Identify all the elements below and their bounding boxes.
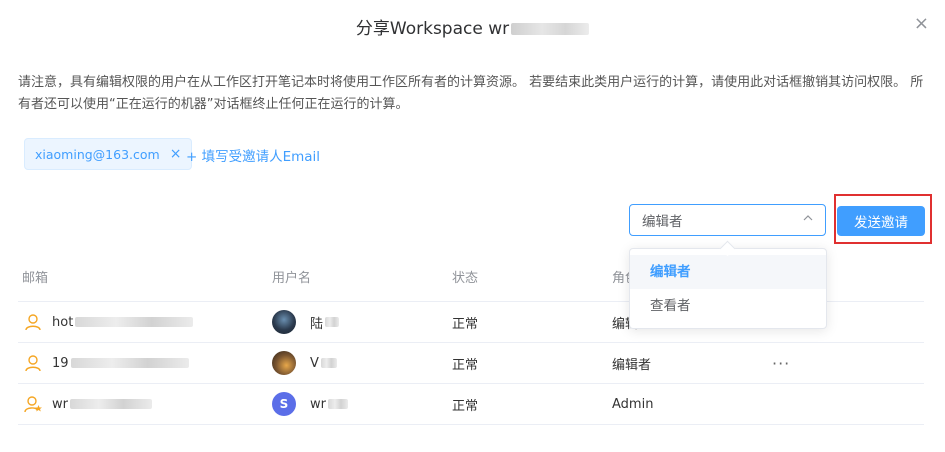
dropdown-option-viewer[interactable]: 查看者 [630, 289, 826, 323]
dropdown-option-editor[interactable]: 编辑者 [630, 255, 826, 289]
user-icon [25, 314, 41, 331]
avatar [272, 351, 296, 375]
dialog-title-text: 分享Workspace wr [355, 19, 510, 39]
role-select[interactable]: 编辑者 [629, 204, 826, 236]
redacted-text [327, 399, 348, 409]
dialog-title: 分享Workspace wr [0, 14, 945, 39]
row-role: 编辑者 [612, 357, 652, 373]
avatar [272, 310, 296, 334]
row-status: 正常 [452, 398, 479, 414]
role-dropdown: 编辑者 查看者 [629, 248, 827, 329]
redacted-text [325, 317, 340, 327]
row-username: wr [310, 396, 326, 412]
redacted-text [511, 23, 590, 35]
more-actions-icon[interactable]: ··· [772, 354, 924, 373]
redacted-text [70, 358, 189, 368]
row-username: V [310, 355, 319, 371]
add-invitee-link[interactable]: + 填写受邀请人Email [186, 145, 320, 165]
role-select-value: 编辑者 [642, 214, 683, 230]
header-username: 用户名 [272, 271, 312, 286]
row-email: hot [52, 314, 74, 330]
table-row: wr S wr 正常 Admin [18, 384, 924, 425]
invitee-email: xiaoming@163.com [35, 146, 160, 162]
remove-invitee-icon[interactable]: × [170, 146, 182, 162]
row-role: Admin [612, 396, 654, 412]
redacted-text [320, 358, 337, 368]
row-username: 陆 [310, 316, 324, 332]
user-icon [25, 355, 41, 372]
redacted-text [69, 399, 152, 409]
chevron-up-icon [803, 215, 813, 221]
row-status: 正常 [452, 316, 479, 332]
send-invite-highlight: 发送邀请 [834, 194, 932, 244]
header-email: 邮箱 [22, 271, 49, 286]
row-status: 正常 [452, 357, 479, 373]
table-row: 19 V 正常 编辑者 ··· [18, 343, 924, 384]
permission-notice: 请注意，具有编辑权限的用户在从工作区打开笔记本时将使用工作区所有者的计算资源。 … [18, 75, 924, 112]
redacted-text [75, 317, 194, 327]
avatar: S [272, 392, 296, 416]
send-invite-button[interactable]: 发送邀请 [837, 206, 925, 236]
close-button[interactable]: × [914, 14, 929, 34]
owner-user-icon [24, 396, 42, 413]
invitee-tag: xiaoming@163.com × [24, 138, 193, 170]
header-status: 状态 [452, 271, 479, 286]
row-email: wr [52, 396, 68, 412]
row-email: 19 [52, 355, 69, 371]
